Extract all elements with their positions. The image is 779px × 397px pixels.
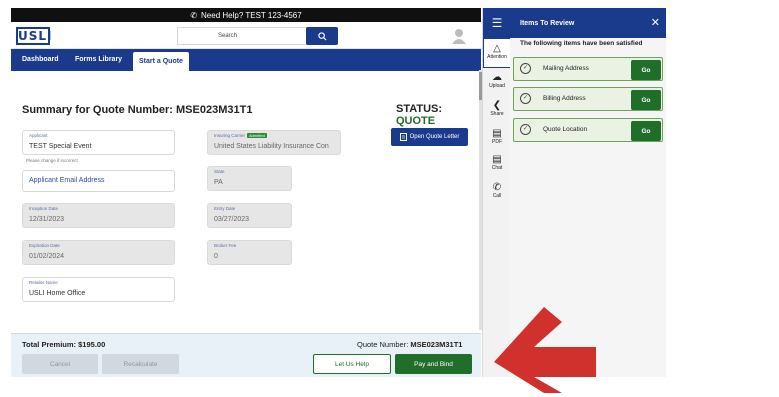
total-premium-label: Total Premium: (22, 340, 77, 349)
expiration-date-field: Expiration Date 01/02/2024 (22, 240, 175, 265)
go-button[interactable]: Go (631, 90, 661, 110)
recalculate-button[interactable]: Recalculate (102, 354, 179, 374)
review-item-label: Mailing Address (543, 65, 589, 72)
go-button[interactable]: Go (631, 121, 661, 141)
usli-logo[interactable]: USLI (16, 27, 52, 45)
insuring-carrier-value: United States Liability Insurance Con (214, 143, 329, 150)
entry-date-label: Entry Date (214, 206, 236, 211)
expiration-date-value: 01/02/2024 (29, 253, 65, 260)
status-indicator: STATUS: QUOTE (396, 103, 481, 127)
review-item-mailing-address: ✓ Mailing Address Go (513, 57, 663, 81)
rail-call-label: Call (492, 193, 502, 199)
red-arrow-annotation (494, 307, 596, 393)
review-item-billing-address: ✓ Billing Address Go (513, 87, 663, 111)
let-us-help-button[interactable]: Let Us Help (313, 354, 391, 374)
retailer-name-value: USLI Home Office (29, 290, 86, 297)
rail-pdf-label: PDF (492, 139, 502, 145)
rail-attention-label: Attention (487, 54, 507, 60)
total-premium-value: $195.00 (78, 340, 106, 349)
state-field: State PA (207, 166, 292, 191)
main-nav: Dashboard Forms Library Start a Quote (11, 49, 481, 71)
rail-share-label: Share (490, 111, 504, 117)
state-label: State (214, 169, 225, 174)
help-text: Need Help? TEST 123-4567 (201, 10, 302, 20)
rail-attention[interactable]: △ Attention (483, 38, 511, 68)
nav-dashboard[interactable]: Dashboard (22, 49, 59, 71)
expiration-date-label: Expiration Date (29, 243, 60, 248)
retailer-name-field[interactable]: Retailer Name USLI Home Office (22, 277, 175, 302)
nav-start-a-quote[interactable]: Start a Quote (133, 52, 189, 71)
insuring-carrier-field: Insuring Carrier Admitted United States L… (207, 130, 341, 155)
share-icon: ❮ (492, 100, 502, 111)
rail-upload-label: Upload (489, 83, 505, 89)
rail-upload[interactable]: ☁ Upload (483, 72, 511, 96)
review-item-quote-location: ✓ Quote Location Go (513, 118, 663, 142)
warning-icon: △ (493, 43, 501, 54)
rail-call[interactable]: ✆ Call (483, 182, 511, 206)
inception-date-value: 12/31/2023 (29, 216, 65, 223)
broker-fee-label: Broker Fee (214, 243, 237, 248)
cancel-button[interactable]: Cancel (22, 354, 98, 374)
applicant-label: Applicant (29, 133, 48, 138)
open-quote-letter-label: Open Quote Letter (409, 134, 460, 140)
search-button[interactable] (306, 27, 338, 45)
rail-chat-label: Chat (491, 165, 503, 171)
rail-chat[interactable]: ▤ Chat (483, 154, 511, 178)
close-icon[interactable]: ✕ (651, 16, 660, 29)
entry-date-field: Entry Date 03/27/2023 (207, 203, 292, 228)
header: USLI Search (11, 22, 481, 49)
quote-number-value: MSE023M31T1 (410, 340, 463, 349)
panel-title: Items To Review (510, 8, 666, 38)
cloud-upload-icon: ☁ (492, 72, 502, 83)
nav-forms-library[interactable]: Forms Library (75, 49, 122, 71)
document-icon (399, 133, 407, 141)
pdf-icon: ▤ (492, 128, 502, 139)
admitted-badge: Admitted (247, 133, 267, 139)
inception-date-label: Inception Date (29, 206, 59, 211)
applicant-note: Please change if incorrect (26, 158, 78, 163)
insuring-carrier-label-text: Insuring Carrier (214, 133, 246, 138)
phone-icon: ✆ (190, 10, 198, 20)
call-icon: ✆ (492, 182, 502, 193)
insuring-carrier-label: Insuring Carrier Admitted (214, 133, 267, 139)
inception-date-field: Inception Date 12/31/2023 (22, 203, 175, 228)
status-value: QUOTE (396, 115, 436, 127)
retailer-name-label: Retailer Name (29, 280, 58, 285)
quote-number: Quote Number: MSE023M31T1 (357, 340, 462, 349)
rail-pdf[interactable]: ▤ PDF (483, 128, 511, 152)
review-item-label: Quote Location (543, 126, 588, 133)
chat-icon: ▤ (492, 154, 502, 165)
panel-subtitle: The following items have been satisfied (520, 40, 643, 47)
status-label: STATUS: (396, 103, 443, 115)
search-icon (317, 31, 327, 41)
page-title: Summary for Quote Number: MSE023M31T1 (22, 104, 253, 116)
screen: ✆ Need Help? TEST 123-4567 USLI Search D… (0, 0, 779, 397)
menu-icon[interactable]: ☰ (483, 8, 511, 38)
entry-date-value: 03/27/2023 (214, 216, 250, 223)
help-bar[interactable]: ✆ Need Help? TEST 123-4567 (11, 8, 481, 22)
quote-number-label: Quote Number: (357, 340, 409, 349)
rail-share[interactable]: ❮ Share (483, 100, 511, 124)
applicant-value: TEST Special Event (29, 143, 92, 150)
go-button[interactable]: Go (631, 60, 661, 80)
check-circle-icon: ✓ (520, 124, 531, 135)
broker-fee-field: Broker Fee 0 (207, 240, 292, 265)
pay-and-bind-button[interactable]: Pay and Bind (395, 354, 472, 374)
review-item-label: Billing Address (543, 95, 586, 102)
applicant-field[interactable]: Applicant TEST Special Event (22, 130, 175, 155)
quote-summary: Summary for Quote Number: MSE023M31T1 ST… (11, 71, 481, 333)
state-value: PA (214, 179, 223, 186)
app-window: ✆ Need Help? TEST 123-4567 USLI Search D… (11, 8, 481, 377)
user-avatar-icon[interactable] (452, 28, 466, 44)
open-quote-letter-button[interactable]: Open Quote Letter (391, 128, 468, 146)
quote-footer: Total Premium: $195.00 Quote Number: MSE… (11, 333, 481, 377)
applicant-email-field[interactable]: Applicant Email Address (22, 170, 175, 192)
total-premium: Total Premium: $195.00 (22, 340, 105, 349)
check-circle-icon: ✓ (520, 93, 531, 104)
broker-fee-value: 0 (214, 253, 218, 260)
check-circle-icon: ✓ (520, 63, 531, 74)
